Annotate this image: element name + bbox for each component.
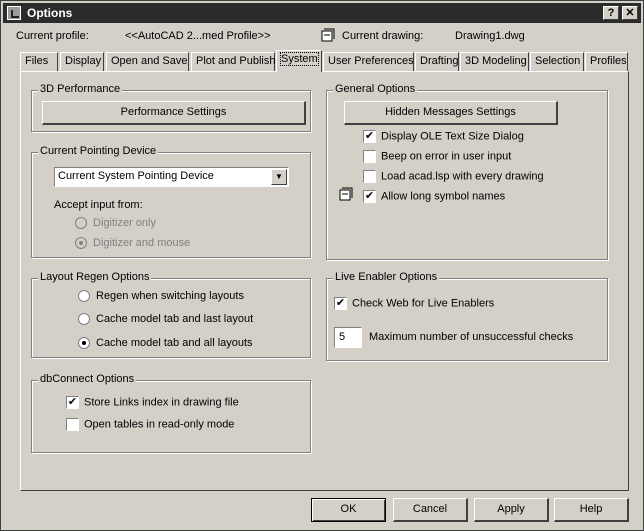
tab-drafting[interactable]: Drafting — [415, 52, 459, 71]
current-profile-value: <<AutoCAD 2...med Profile>> — [125, 30, 271, 42]
chevron-down-icon[interactable]: ▼ — [271, 169, 287, 185]
cache-last-layout-radio[interactable]: Cache model tab and last layout — [78, 313, 254, 326]
group-title: dbConnect Options — [38, 373, 137, 385]
current-drawing-label: Current drawing: — [342, 30, 424, 42]
radio-circle — [78, 290, 90, 303]
tab-label: Files — [25, 55, 49, 67]
radio-label: Cache model tab and all layouts — [96, 337, 253, 349]
radio-circle — [78, 337, 90, 350]
tab-user-preferences[interactable]: User Preferences — [323, 52, 414, 71]
tab-label: 3D Modeling — [465, 55, 527, 67]
beep-on-error-checkbox[interactable]: Beep on error in user input — [363, 150, 511, 163]
checkbox-box: ✔ — [334, 297, 347, 310]
pointing-device-select[interactable]: Current System Pointing Device ▼ — [54, 167, 289, 187]
max-checks-input[interactable]: 5 — [334, 327, 362, 348]
options-dialog: Options ? ✕ Current profile: <<AutoCAD 2… — [0, 0, 644, 531]
layout-regen-group: Layout Regen Options Regen when switchin… — [31, 271, 311, 358]
checkbox-label: Display OLE Text Size Dialog — [381, 130, 524, 143]
group-title: 3D Performance — [38, 83, 123, 95]
apply-button[interactable]: Apply — [474, 498, 549, 522]
title-bar[interactable]: Options ? ✕ — [3, 3, 641, 23]
current-profile-label: Current profile: — [16, 30, 89, 42]
tab-label: Plot and Publish — [196, 55, 276, 67]
ok-button[interactable]: OK — [311, 498, 386, 522]
tab-label: Profiles — [590, 55, 627, 67]
tab-label: Open and Save — [111, 55, 188, 67]
performance-settings-button[interactable]: Performance Settings — [42, 101, 306, 125]
close-button[interactable]: ✕ — [622, 6, 638, 20]
checkbox-box — [363, 150, 376, 163]
help-button[interactable]: Help — [554, 498, 629, 522]
store-links-checkbox[interactable]: ✔ Store Links index in drawing file — [66, 396, 239, 409]
tab-label: System — [280, 52, 319, 66]
checkbox-label: Beep on error in user input — [381, 150, 512, 163]
radio-circle — [75, 237, 87, 250]
group-title: Layout Regen Options — [38, 271, 152, 283]
window-title: Options — [27, 6, 73, 20]
tab-plot-and-publish[interactable]: Plot and Publish — [191, 52, 276, 71]
current-drawing-value: Drawing1.dwg — [455, 30, 525, 42]
checkbox-label: Load acad.lsp with every drawing — [381, 170, 544, 183]
tab-display[interactable]: Display — [60, 52, 104, 71]
checkbox-label: Store Links index in drawing file — [84, 396, 239, 409]
max-checks-label: Maximum number of unsuccessful checks — [369, 331, 574, 343]
tab-selection[interactable]: Selection — [530, 52, 584, 71]
tab-open-and-save[interactable]: Open and Save — [106, 52, 189, 71]
drawing-icon — [339, 187, 353, 201]
display-ole-checkbox[interactable]: ✔ Display OLE Text Size Dialog — [363, 130, 524, 143]
allow-long-names-checkbox[interactable]: ✔ Allow long symbol names — [363, 190, 505, 203]
select-value: Current System Pointing Device — [58, 170, 214, 182]
digitizer-and-mouse-radio[interactable]: Digitizer and mouse — [75, 237, 191, 250]
accept-input-label: Accept input from: — [54, 199, 143, 211]
check-web-checkbox[interactable]: ✔ Check Web for Live Enablers — [334, 297, 494, 310]
open-readonly-checkbox[interactable]: Open tables in read-only mode — [66, 418, 234, 431]
checkbox-box: ✔ — [363, 190, 376, 203]
radio-label: Cache model tab and last layout — [96, 313, 254, 325]
load-acad-lsp-checkbox[interactable]: Load acad.lsp with every drawing — [363, 170, 544, 183]
tab-label: Selection — [535, 55, 581, 67]
live-enabler-group: Live Enabler Options ✔ Check Web for Live… — [326, 271, 608, 361]
regen-switching-radio[interactable]: Regen when switching layouts — [78, 290, 244, 303]
checkbox-label: Open tables in read-only mode — [84, 418, 235, 431]
cancel-button[interactable]: Cancel — [393, 498, 468, 522]
group-title: Current Pointing Device — [38, 145, 159, 157]
general-options-group: General Options Hidden Messages Settings… — [326, 83, 608, 260]
digitizer-only-radio[interactable]: Digitizer only — [75, 217, 156, 230]
checkbox-box: ✔ — [66, 396, 79, 409]
radio-label: Regen when switching layouts — [96, 290, 244, 302]
group-title: Live Enabler Options — [333, 271, 440, 283]
checkbox-box — [66, 418, 79, 431]
tab-system[interactable]: System — [276, 50, 322, 72]
tab-files[interactable]: Files — [20, 52, 58, 71]
checkbox-box — [363, 170, 376, 183]
radio-label: Digitizer and mouse — [93, 237, 191, 249]
tab-label: Drafting — [420, 55, 459, 67]
pointing-device-group: Current Pointing Device Current System P… — [31, 145, 311, 258]
tab-label: Display — [65, 55, 102, 67]
dbconnect-group: dbConnect Options ✔ Store Links index in … — [31, 373, 311, 453]
checkbox-box: ✔ — [363, 130, 376, 143]
group-title: General Options — [333, 83, 418, 95]
radio-circle — [75, 217, 87, 230]
system-tab-panel: 3D Performance Performance Settings Curr… — [20, 71, 629, 491]
radio-circle — [78, 313, 90, 326]
hidden-messages-settings-button[interactable]: Hidden Messages Settings — [344, 101, 558, 125]
3d-performance-group: 3D Performance Performance Settings — [31, 83, 311, 132]
tab-profiles[interactable]: Profiles — [585, 52, 628, 71]
radio-label: Digitizer only — [93, 217, 156, 229]
checkbox-label: Check Web for Live Enablers — [352, 297, 495, 310]
checkbox-label: Allow long symbol names — [381, 190, 506, 203]
tab-3d-modeling[interactable]: 3D Modeling — [460, 52, 529, 71]
drawing-icon — [321, 28, 335, 42]
help-title-button[interactable]: ? — [603, 6, 619, 20]
app-icon — [7, 6, 21, 20]
tab-label: User Preferences — [328, 55, 414, 67]
cache-all-layouts-radio[interactable]: Cache model tab and all layouts — [78, 337, 253, 350]
